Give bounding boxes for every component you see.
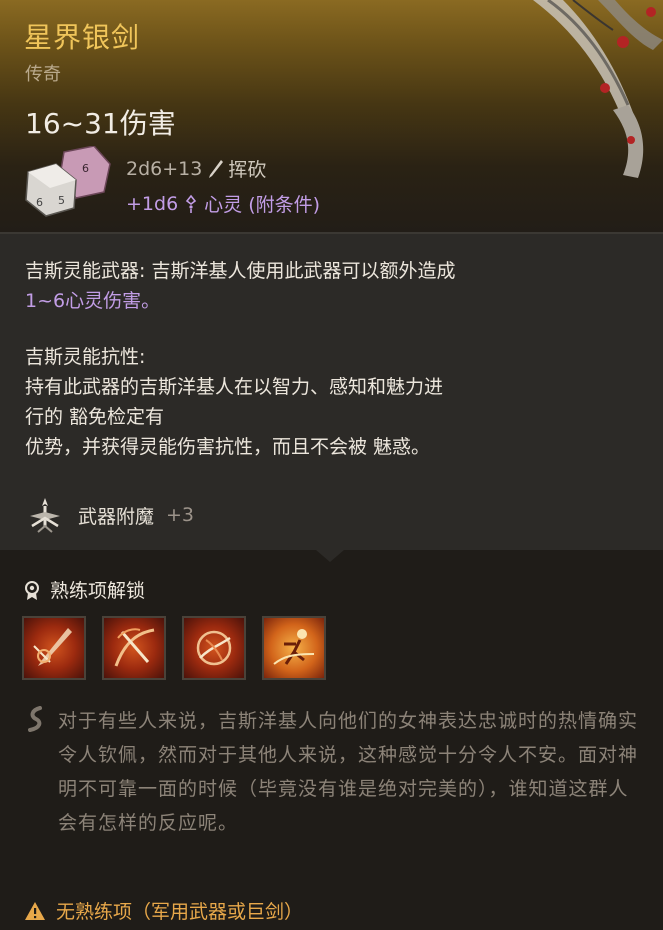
proficiency-title: 熟练项解锁 bbox=[50, 580, 146, 602]
warning-icon bbox=[25, 901, 45, 920]
damage-type: 挥砍 bbox=[228, 159, 267, 181]
svg-text:6: 6 bbox=[36, 196, 43, 209]
enchantment-value: +3 bbox=[166, 504, 195, 526]
action-lacerate-icon[interactable] bbox=[262, 616, 326, 680]
psychic-icon bbox=[186, 194, 197, 213]
property-githyanki-weapon: 吉斯灵能武器: 吉斯洋基人使用此武器可以额外造成 1~6心灵伤害。 bbox=[25, 256, 455, 316]
enchantment-icon bbox=[30, 498, 60, 533]
property-text: 吉斯洋基人使用此武器可以额外造成 bbox=[151, 260, 456, 282]
flavor-text: 对于有些人来说，吉斯洋基人向他们的女神表达忠诚时的热情确实令人钦佩，然而对于其他… bbox=[58, 710, 639, 834]
item-rarity: 传奇 bbox=[25, 64, 61, 85]
damage-formula: 2d6+13 bbox=[126, 157, 203, 180]
property-line: 持有此武器的吉斯洋基人在以智力、感知和魅力进 bbox=[25, 376, 444, 398]
tooltip-header: 星界银剑 传奇 16~31伤害 6 6 5 2d6+13 挥砍 +1d6 心灵 … bbox=[0, 0, 663, 232]
action-cleave-icon[interactable] bbox=[102, 616, 166, 680]
proficiency-icon bbox=[25, 580, 39, 600]
bonus-damage: +1d6 bbox=[126, 192, 179, 215]
property-githyanki-resistance: 吉斯灵能抗性: 持有此武器的吉斯洋基人在以智力、感知和魅力进 行的 豁免检定有 … bbox=[25, 342, 443, 462]
action-slash-icon[interactable] bbox=[22, 616, 86, 680]
action-list bbox=[22, 616, 326, 680]
enchantment-label: 武器附魔 bbox=[78, 505, 155, 528]
panel-notch bbox=[316, 550, 344, 562]
sword-artwork bbox=[533, 0, 663, 178]
proficiency-warning: 无熟练项（军用武器或巨剑） bbox=[24, 897, 303, 924]
dice-icon: 6 6 5 bbox=[25, 146, 111, 217]
slashing-icon bbox=[209, 159, 224, 178]
divider bbox=[0, 232, 663, 234]
bonus-damage-line: +1d6 心灵 (附条件) bbox=[126, 190, 320, 217]
damage-range: 16~31伤害 bbox=[25, 107, 176, 140]
svg-text:5: 5 bbox=[58, 194, 65, 207]
warning-text: 无熟练项（军用武器或巨剑） bbox=[56, 901, 304, 923]
proficiency-unlock-header: 熟练项解锁 bbox=[24, 576, 145, 603]
item-tooltip: 星界银剑 传奇 16~31伤害 6 6 5 2d6+13 挥砍 +1d6 心灵 … bbox=[0, 0, 663, 930]
svg-text:6: 6 bbox=[82, 162, 89, 175]
property-highlight: 1~6心灵伤害。 bbox=[25, 290, 161, 312]
weapon-enchantment: 武器附魔 +3 bbox=[24, 496, 194, 534]
property-title: 吉斯灵能抗性: bbox=[25, 346, 146, 368]
bonus-type: 心灵 (附条件) bbox=[204, 194, 321, 216]
lore-quote-icon bbox=[28, 706, 42, 732]
item-name: 星界银剑 bbox=[24, 21, 141, 54]
property-line: 行的 豁免检定有 bbox=[25, 406, 165, 428]
property-title: 吉斯灵能武器: bbox=[25, 260, 146, 282]
damage-formula-line: 2d6+13 挥砍 bbox=[126, 155, 266, 182]
action-flourish-icon[interactable] bbox=[182, 616, 246, 680]
property-line: 优势，并获得灵能伤害抗性，而且不会被 魅惑。 bbox=[25, 436, 431, 458]
